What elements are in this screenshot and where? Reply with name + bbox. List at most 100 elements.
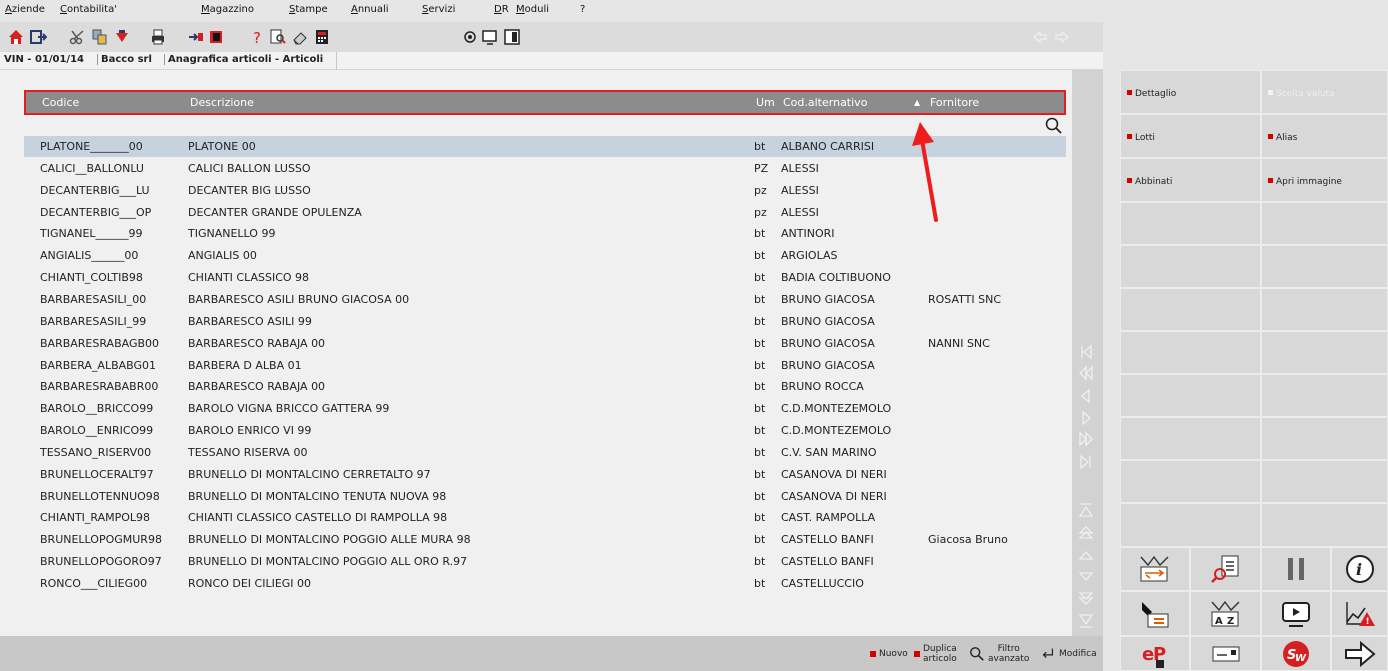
table-row[interactable]: BARBERA_ALBABG01 BARBERA D ALBA 01 bt BRUNO… — [24, 355, 1066, 376]
scroll-up-icon[interactable] — [1077, 547, 1095, 563]
copy-icon[interactable] — [90, 27, 110, 47]
scroll-top-icon[interactable] — [1077, 502, 1095, 518]
menu-aziende[interactable]: Aziende — [5, 4, 45, 15]
table-row[interactable]: BARBARESASILI_99 BARBARESCO ASILI 99 bt BRU… — [24, 311, 1066, 332]
previous-icon[interactable] — [1077, 388, 1095, 404]
forward-arrow-icon[interactable] — [1052, 27, 1072, 47]
table-row[interactable]: RONCO___CILIEG00 RONCO DEI CILIEGI 00 bt CA… — [24, 573, 1066, 594]
info-icon[interactable]: i — [1331, 547, 1388, 591]
table-row[interactable]: BRUNELLOTENNUO98 BRUNELLO DI MONTALCINO T… — [24, 486, 1066, 507]
nuovo-button[interactable]: Nuovo — [870, 636, 908, 671]
panel-icon[interactable] — [502, 27, 522, 47]
scroll-page-up-icon[interactable] — [1077, 524, 1095, 540]
empty-slot — [1261, 245, 1388, 288]
table-row[interactable]: TESSANO_RISERV00 TESSANO RISERVA 00 bt C.V.… — [24, 442, 1066, 463]
filtro-avanzato-button[interactable]: Filtro avanzato — [969, 636, 1029, 671]
previous-page-icon[interactable] — [1077, 365, 1095, 381]
calculator-icon[interactable] — [312, 27, 332, 47]
scroll-down-icon[interactable] — [1077, 569, 1095, 585]
menu-dr[interactable]: DR — [494, 4, 509, 15]
action-alias[interactable]: Alias — [1261, 114, 1388, 158]
first-page-icon[interactable] — [1077, 344, 1095, 360]
pause-icon[interactable] — [1261, 547, 1331, 591]
menu-contabilita[interactable]: Contabilita' — [60, 4, 117, 15]
book-icon[interactable] — [206, 27, 226, 47]
sw-logo-icon[interactable]: SW — [1261, 636, 1331, 671]
sort-az-icon[interactable]: AZ — [1190, 591, 1261, 636]
cell-descrizione: BARBARESCO ASILI BRUNO GIACOSA 00 — [188, 292, 410, 306]
table-row[interactable]: BRUNELLOPOGORO97 BRUNELLO DI MONTALCINO P… — [24, 551, 1066, 572]
action-dettaglio[interactable]: Dettaglio — [1120, 70, 1261, 114]
cell-descrizione: BAROLO VIGNA BRICCO GATTERA 99 — [188, 402, 390, 416]
table-row[interactable]: CHIANTI_COLTIB98 CHIANTI CLASSICO 98 bt BAD… — [24, 267, 1066, 288]
cell-um: bt — [754, 271, 766, 285]
cell-cod-alternativo: ALESSI — [781, 161, 819, 175]
menu-help[interactable]: ? — [580, 4, 585, 15]
table-row[interactable]: BRUNELLOCERALT97 BRUNELLO DI MONTALCINO C… — [24, 464, 1066, 485]
chart-warning-icon[interactable]: ! — [1331, 591, 1388, 636]
eraser-icon[interactable] — [290, 27, 310, 47]
home-icon[interactable] — [6, 27, 26, 47]
red-marker-icon — [1127, 90, 1132, 95]
cell-fornitore: Giacosa Bruno — [928, 533, 1008, 547]
exit-icon[interactable] — [28, 27, 48, 47]
back-arrow-icon[interactable] — [1030, 27, 1050, 47]
cell-cod-alternativo: CAST. RAMPOLLA — [781, 511, 876, 525]
search-icon[interactable] — [1044, 117, 1064, 135]
edit-document-icon[interactable] — [1120, 591, 1190, 636]
column-header-um[interactable]: Um — [756, 96, 775, 109]
search-list-icon[interactable] — [1190, 547, 1261, 591]
table-row[interactable]: BARBARESRABABR00 BARBARESCO RABAJA 00 bt BR… — [24, 376, 1066, 397]
play-screen-icon[interactable] — [1261, 591, 1331, 636]
transfer-icon[interactable] — [186, 27, 206, 47]
action-abbinati[interactable]: Abbinati — [1120, 158, 1261, 202]
table-row[interactable]: ANGIALIS______00 ANGIALIS 00 bt ARGIOLAS — [24, 245, 1066, 266]
action-apri-immagine[interactable]: Apri immagine — [1261, 158, 1388, 202]
table-row[interactable]: BRUNELLOPOGMUR98 BRUNELLO DI MONTALCINO P… — [24, 529, 1066, 550]
card-icon[interactable] — [1190, 636, 1261, 671]
paste-icon[interactable] — [112, 27, 132, 47]
table-row[interactable]: TIGNANEL______99 TIGNANELLO 99 bt ANTINORI — [24, 223, 1066, 244]
import-export-icon[interactable] — [1120, 547, 1190, 591]
cell-um: bt — [754, 227, 766, 241]
table-row[interactable]: BAROLO__BRICCO99 BAROLO VIGNA BRICCO GATT… — [24, 398, 1066, 419]
menu-stampe[interactable]: Stampe — [289, 4, 328, 15]
next-page-icon[interactable] — [1077, 431, 1095, 447]
empty-slot — [1120, 460, 1261, 503]
column-header-descrizione[interactable]: Descrizione — [190, 96, 254, 109]
table-row[interactable]: BAROLO__ENRICO99 BAROLO ENRICO VI 99 bt C.D… — [24, 420, 1066, 441]
empty-slot — [1261, 417, 1388, 460]
menu-moduli[interactable]: Moduli — [516, 4, 549, 15]
next-icon[interactable] — [1077, 410, 1095, 426]
action-lotti[interactable]: Lotti — [1120, 114, 1261, 158]
menu-servizi[interactable]: Servizi — [422, 4, 455, 15]
print-icon[interactable] — [148, 27, 168, 47]
column-header-cod-alternativo[interactable]: Cod.alternativo — [783, 96, 867, 109]
column-header-codice[interactable]: Codice — [42, 96, 79, 109]
scroll-bottom-icon[interactable] — [1077, 613, 1095, 629]
help-icon[interactable]: ? — [248, 27, 268, 47]
empty-slot — [1261, 288, 1388, 331]
menu-magazzino[interactable]: Magazzino — [201, 4, 254, 15]
window-icon[interactable] — [480, 27, 500, 47]
epa-icon[interactable]: eP — [1120, 636, 1190, 671]
red-marker-icon — [914, 650, 920, 657]
breadcrumb-module[interactable]: Anagrafica articoli - Articoli — [164, 54, 323, 65]
scroll-page-down-icon[interactable] — [1077, 591, 1095, 607]
next-arrow-icon[interactable] — [1331, 636, 1388, 671]
last-page-icon[interactable] — [1077, 454, 1095, 470]
column-header-fornitore[interactable]: Fornitore — [930, 96, 979, 109]
cell-descrizione: PLATONE 00 — [188, 140, 256, 153]
modifica-button[interactable]: Modifica — [1040, 636, 1097, 671]
cut-icon[interactable] — [68, 27, 88, 47]
enter-icon — [1042, 648, 1054, 658]
duplica-articolo-button[interactable]: Duplica articolo — [914, 636, 957, 671]
table-row[interactable]: CHIANTI_RAMPOL98 CHIANTI CLASSICO CASTELL… — [24, 507, 1066, 528]
menu-annuali[interactable]: Annuali — [351, 4, 389, 15]
cell-descrizione: DECANTER GRANDE OPULENZA — [188, 205, 362, 219]
table-row[interactable]: BARBARESASILI_00 BARBARESCO ASILI BRUNO G… — [24, 289, 1066, 310]
action-scelta-valuta: Scelta valuta — [1261, 70, 1388, 114]
search-doc-icon[interactable] — [268, 27, 288, 47]
radio-icon[interactable] — [460, 27, 480, 47]
table-row[interactable]: BARBARESRABAGB00 BARBARESCO RABAJA 00 bt BR… — [24, 333, 1066, 354]
